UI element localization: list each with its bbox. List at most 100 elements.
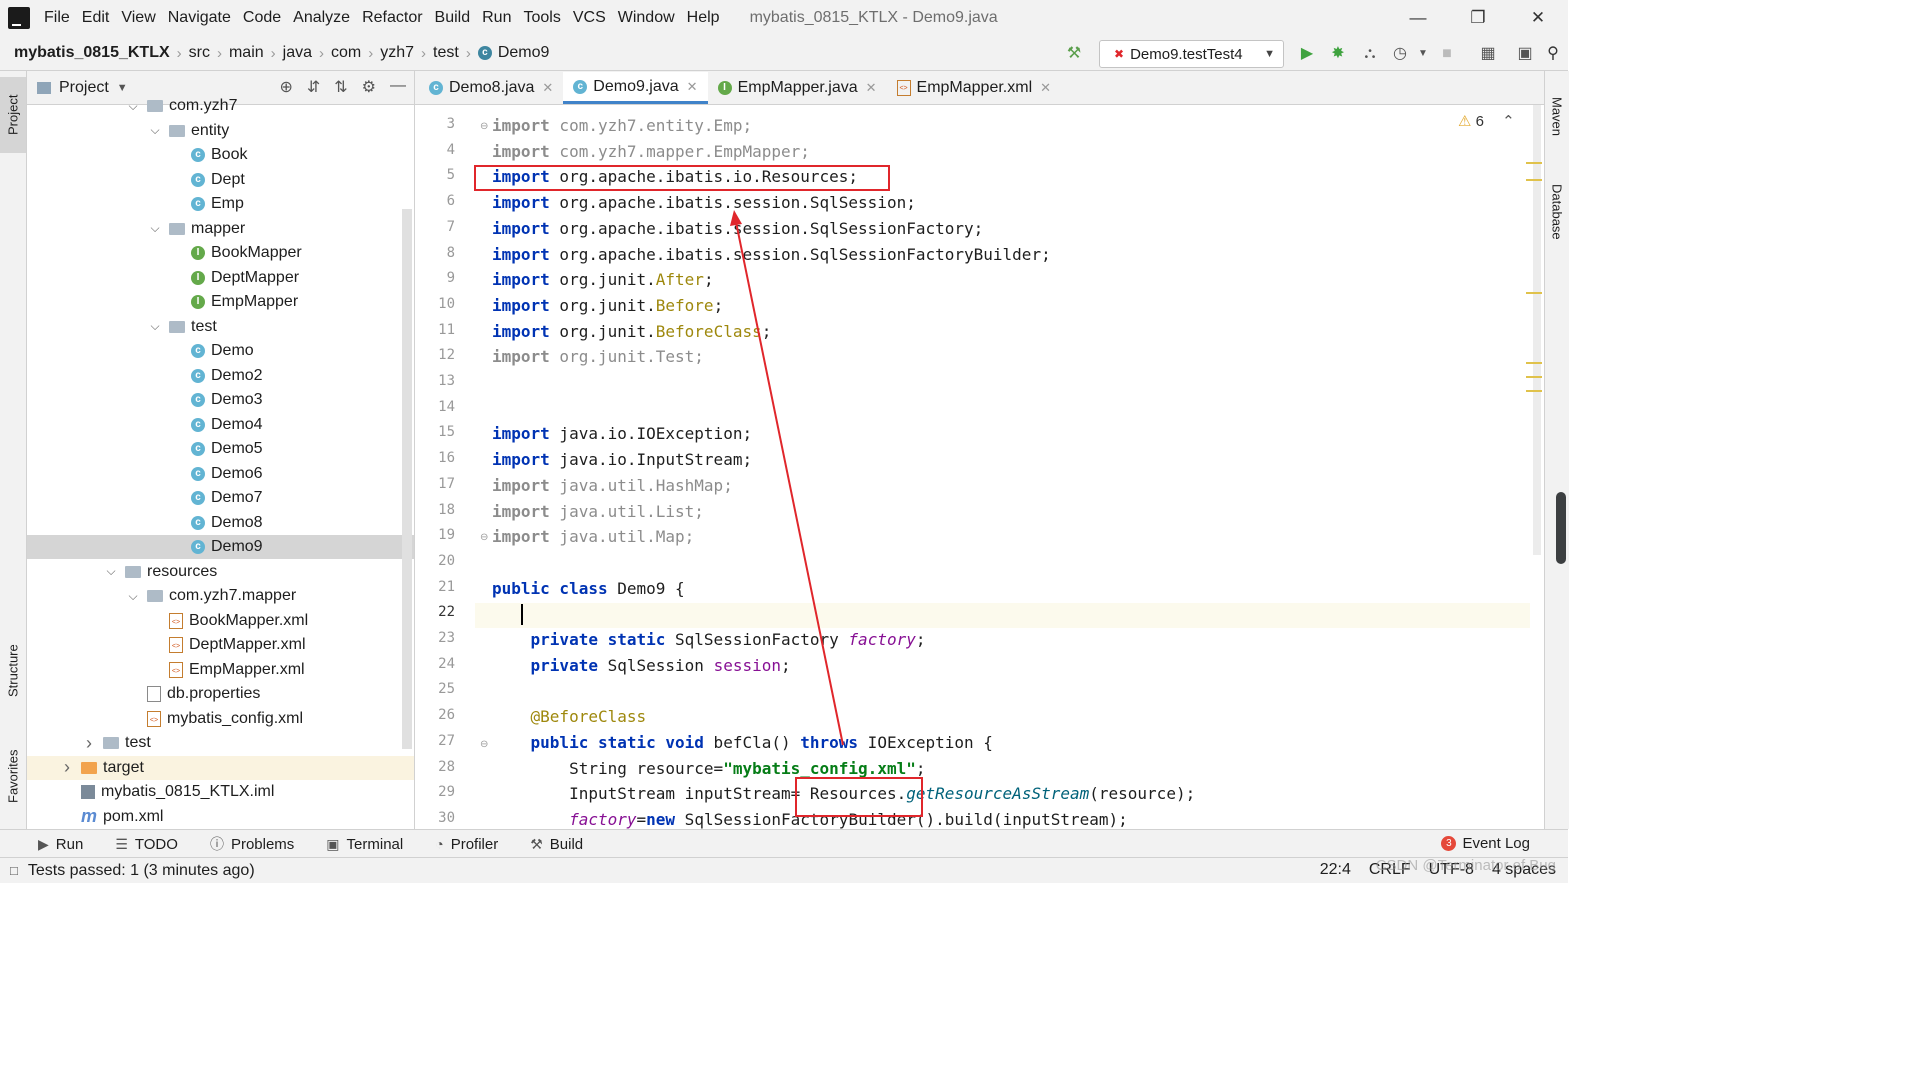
editor-scrollbar[interactable] (1530, 105, 1544, 829)
code-line[interactable]: import com.yzh7.entity.Emp; (492, 113, 752, 139)
favorites-tool-tab[interactable]: Favorites (0, 731, 26, 821)
event-log-button[interactable]: 3 Event Log (1441, 835, 1530, 852)
tree-item-test[interactable]: › test (27, 731, 414, 755)
code-line[interactable]: import java.util.List; (492, 499, 704, 525)
menu-code[interactable]: Code (243, 9, 281, 27)
code-line[interactable]: import org.apache.ibatis.session.SqlSess… (492, 242, 1051, 268)
expand-arrow-icon[interactable]: ⌵ (149, 221, 161, 236)
code-line[interactable]: private SqlSession session; (492, 653, 791, 679)
expand-arrow-icon[interactable]: ⌵ (149, 319, 161, 334)
tool-window-terminal[interactable]: ▣ Terminal (326, 836, 403, 853)
tree-item-deptmapper[interactable]: I DeptMapper (27, 266, 414, 290)
warning-stripe[interactable] (1526, 376, 1542, 378)
tree-item-deptmapper-xml[interactable]: <> DeptMapper.xml (27, 633, 414, 657)
code-line[interactable]: import org.junit.After; (492, 267, 714, 293)
tool-window-run[interactable]: ▶ Run (38, 836, 83, 853)
tree-item-bookmapper-xml[interactable]: <> BookMapper.xml (27, 609, 414, 633)
code-line[interactable]: public static void befCla() throws IOExc… (492, 730, 993, 756)
tree-item-mybatis-config-xml[interactable]: <> mybatis_config.xml (27, 707, 414, 731)
maven-tool-tab[interactable]: Maven (1545, 77, 1569, 157)
caret-position[interactable]: 22:4 (1320, 861, 1351, 879)
coverage-icon[interactable]: ⛬ (1360, 44, 1380, 64)
code-line[interactable]: @BeforeClass (492, 704, 647, 730)
tree-item-target[interactable]: › target (27, 755, 414, 780)
breadcrumb-java[interactable]: java (283, 44, 312, 62)
menu-edit[interactable]: Edit (82, 9, 110, 27)
expand-arrow-icon[interactable]: ⌵ (127, 589, 139, 604)
warning-stripe[interactable] (1526, 292, 1542, 294)
menu-refactor[interactable]: Refactor (362, 9, 422, 27)
tool-window-todo[interactable]: ☰ TODO (115, 836, 178, 853)
close-tab-icon[interactable]: ✕ (1040, 80, 1051, 96)
tool-window-build[interactable]: ⚒ Build (530, 836, 583, 853)
code-line[interactable]: import org.apache.ibatis.session.SqlSess… (492, 216, 983, 242)
database-tool-tab[interactable]: Database (1545, 167, 1569, 257)
tab-demo8-java[interactable]: c Demo8.java ✕ (419, 72, 563, 104)
tree-item-emp[interactable]: c Emp (27, 192, 414, 216)
tab-demo9-java[interactable]: c Demo9.java ✕ (563, 72, 708, 104)
debug-icon[interactable]: ✸ (1328, 44, 1348, 64)
breadcrumb-test[interactable]: test (433, 44, 459, 62)
tool-window-problems[interactable]: ⓘ Problems (210, 834, 294, 854)
menu-navigate[interactable]: Navigate (168, 9, 231, 27)
tree-item-demo2[interactable]: c Demo2 (27, 364, 414, 388)
run-configuration-select[interactable]: ✖ Demo9.testTest4 ▼ (1099, 40, 1284, 68)
breadcrumb-file[interactable]: c Demo9 (477, 44, 549, 62)
code-editor[interactable]: import com.yzh7.entity.Emp; import com.yz… (475, 105, 1530, 829)
tree-item-demo4[interactable]: c Demo4 (27, 413, 414, 437)
tree-item-demo9[interactable]: c Demo9 (27, 535, 414, 559)
expand-arrow-icon[interactable]: ⌵ (149, 123, 161, 138)
warning-stripe[interactable] (1526, 362, 1542, 364)
code-line[interactable]: import org.junit.BeforeClass; (492, 319, 771, 345)
close-tab-icon[interactable]: ✕ (866, 80, 877, 96)
menu-tools[interactable]: Tools (523, 9, 560, 27)
status-toggle-icon[interactable]: □ (10, 863, 18, 878)
structure-tool-tab[interactable]: Structure (0, 626, 26, 716)
breadcrumb-src[interactable]: src (189, 44, 210, 62)
status-message[interactable]: Tests passed: 1 (3 minutes ago) (28, 862, 255, 880)
expand-arrow-icon[interactable]: ⌵ (105, 564, 117, 579)
tree-item-bookmapper[interactable]: I BookMapper (27, 241, 414, 265)
menu-file[interactable]: File (44, 9, 70, 27)
chevron-down-icon[interactable]: ▼ (117, 82, 128, 94)
tree-item-mapper[interactable]: ⌵ mapper (27, 217, 414, 241)
tree-item-demo6[interactable]: c Demo6 (27, 462, 414, 486)
warning-stripe[interactable] (1526, 179, 1542, 181)
menu-view[interactable]: View (121, 9, 155, 27)
menu-window[interactable]: Window (618, 9, 675, 27)
close-tab-icon[interactable]: ✕ (687, 79, 698, 95)
tool-window-profiler[interactable]: ◔ Profiler (435, 836, 498, 853)
expand-arrow-icon[interactable]: ⌵ (127, 99, 139, 114)
code-line[interactable]: import org.apache.ibatis.session.SqlSess… (492, 190, 916, 216)
restore-icon[interactable]: ❐ (1448, 8, 1508, 28)
tree-item-db-properties[interactable]: db.properties (27, 682, 414, 706)
code-line[interactable]: import java.util.Map; (492, 524, 694, 550)
fold-marker-icon[interactable]: ⊖ (480, 121, 488, 132)
tree-item-resources[interactable]: ⌵ resources (27, 560, 414, 584)
tree-item-entity[interactable]: ⌵ entity (27, 119, 414, 143)
breadcrumb-project[interactable]: mybatis_0815_KTLX (14, 44, 170, 62)
editor-scroll-thumb[interactable] (1533, 105, 1541, 555)
tree-item-empmapper-xml[interactable]: <> EmpMapper.xml (27, 658, 414, 682)
tree-item-demo8[interactable]: c Demo8 (27, 511, 414, 535)
search-icon[interactable]: ⚲ (1543, 44, 1563, 64)
warning-stripe[interactable] (1526, 390, 1542, 392)
code-line[interactable]: import org.junit.Before; (492, 293, 723, 319)
menu-build[interactable]: Build (435, 9, 471, 27)
breadcrumb-com[interactable]: com (331, 44, 361, 62)
code-line[interactable]: import com.yzh7.mapper.EmpMapper; (492, 139, 810, 165)
run-icon[interactable]: ▶ (1297, 44, 1317, 64)
tree-item-demo5[interactable]: c Demo5 (27, 437, 414, 461)
menu-vcs[interactable]: VCS (573, 9, 606, 27)
tree-item-demo3[interactable]: c Demo3 (27, 388, 414, 412)
side-scroll-handle[interactable] (1556, 492, 1566, 564)
fold-marker-icon[interactable]: ⊖ (480, 532, 488, 543)
code-line[interactable]: import java.util.HashMap; (492, 473, 733, 499)
code-line[interactable]: private static SqlSessionFactory factory… (492, 627, 926, 653)
project-scrollbar[interactable] (402, 209, 412, 749)
tree-item-book[interactable]: c Book (27, 143, 414, 167)
tree-item-test[interactable]: ⌵ test (27, 315, 414, 339)
layout-icon[interactable]: ▣ (1515, 44, 1535, 64)
project-structure-icon[interactable]: ▦ (1478, 44, 1498, 64)
tree-item-dept[interactable]: c Dept (27, 168, 414, 192)
